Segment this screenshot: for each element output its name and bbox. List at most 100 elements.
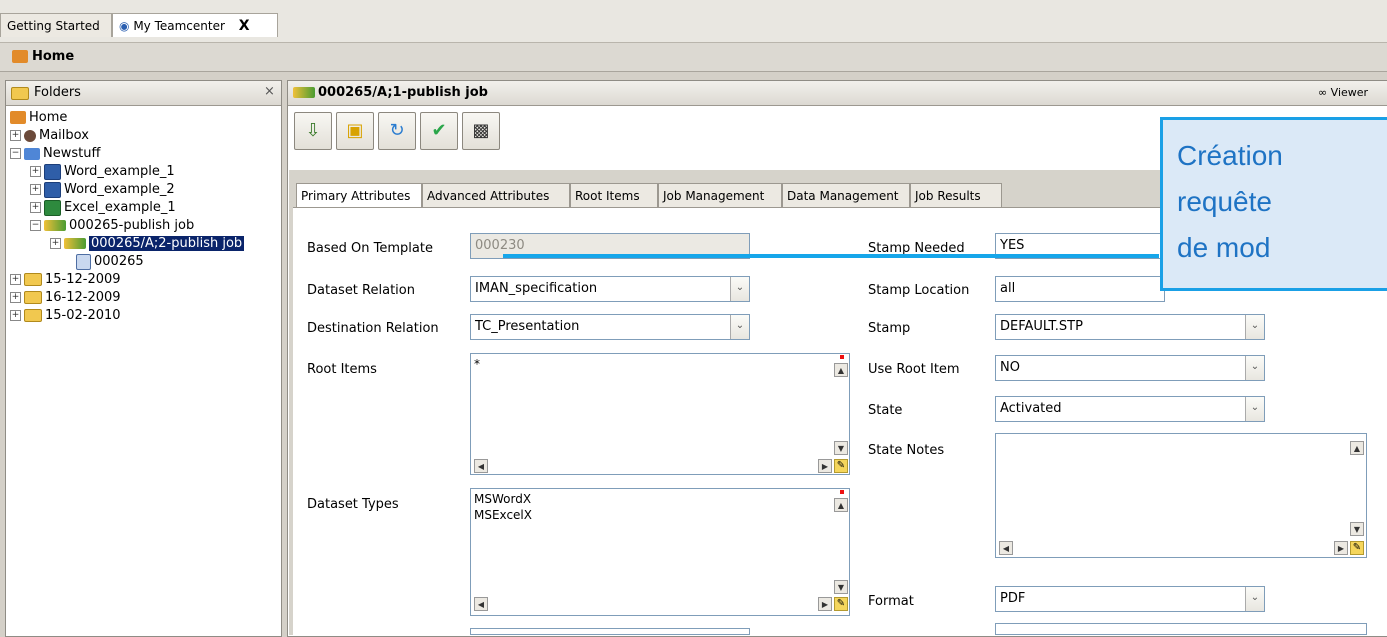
tab-advanced-attributes[interactable]: Advanced Attributes bbox=[422, 183, 570, 207]
tree-label: 000265-publish job bbox=[69, 218, 195, 233]
scroll-up-icon[interactable]: ▲ bbox=[834, 498, 848, 512]
annotation-callout: Création requête de mod bbox=[1160, 117, 1387, 291]
tab-job-results[interactable]: Job Results bbox=[910, 183, 1002, 207]
save-button[interactable]: ▣ bbox=[336, 112, 374, 150]
callout-line-2: requête bbox=[1177, 186, 1272, 217]
publish-job-icon bbox=[293, 87, 315, 98]
mailbox-icon bbox=[24, 129, 36, 142]
field-value: YES bbox=[1000, 238, 1025, 253]
field-value: NO bbox=[1000, 360, 1020, 375]
scroll-right-icon[interactable]: ▶ bbox=[818, 459, 832, 473]
edit-pencil-icon[interactable]: ✎ bbox=[834, 597, 848, 611]
tab-label: Job Management bbox=[663, 189, 765, 203]
refresh-icon: ↻ bbox=[389, 120, 405, 141]
tree-item-mailbox[interactable]: + Mailbox bbox=[10, 127, 89, 145]
close-icon[interactable]: × bbox=[264, 84, 275, 99]
scroll-down-icon[interactable]: ▼ bbox=[1350, 522, 1364, 536]
tab-label: Primary Attributes bbox=[301, 189, 411, 203]
list-item[interactable]: MSExcelX bbox=[474, 507, 846, 523]
dataset-relation-select[interactable]: IMAN_specification ⌄ bbox=[470, 276, 750, 302]
refresh-button[interactable]: ↻ bbox=[378, 112, 416, 150]
folder-icon bbox=[11, 87, 29, 100]
tree-item-publish-job[interactable]: − 000265-publish job bbox=[30, 217, 194, 235]
tree-item-home[interactable]: Home bbox=[10, 109, 67, 127]
expand-icon[interactable]: + bbox=[10, 292, 21, 303]
scroll-down-icon[interactable]: ▼ bbox=[834, 441, 848, 455]
folders-panel: Folders × Home + Mailbox − Newstuff + Word_… bbox=[5, 80, 282, 637]
edit-pencil-icon[interactable]: ✎ bbox=[834, 459, 848, 473]
viewer-button[interactable]: ∞ Viewer bbox=[1318, 86, 1368, 99]
callout-line-1: Création bbox=[1177, 140, 1283, 171]
stamp-location-label: Stamp Location bbox=[868, 283, 970, 298]
import-button[interactable]: ⇩ bbox=[294, 112, 332, 150]
scroll-left-icon[interactable]: ◀ bbox=[474, 597, 488, 611]
folder-icon bbox=[24, 309, 42, 322]
state-notes-label: State Notes bbox=[868, 443, 945, 458]
stamp-location-select[interactable]: all bbox=[995, 276, 1165, 302]
tab-my-teamcenter[interactable]: ◉ My Teamcenter X bbox=[112, 13, 278, 37]
scroll-down-icon[interactable]: ▼ bbox=[834, 580, 848, 594]
chevron-down-icon[interactable]: ⌄ bbox=[1245, 397, 1264, 421]
chevron-down-icon[interactable]: ⌄ bbox=[1245, 356, 1264, 380]
format-select[interactable]: PDF ⌄ bbox=[995, 586, 1265, 612]
tree-item-publish-job-revision[interactable]: +000265/A;2-publish job bbox=[50, 235, 245, 253]
chevron-down-icon[interactable]: ⌄ bbox=[730, 315, 749, 339]
destination-relation-select[interactable]: TC_Presentation ⌄ bbox=[470, 314, 750, 340]
expand-icon[interactable]: + bbox=[10, 130, 21, 141]
scroll-up-icon[interactable]: ▲ bbox=[834, 363, 848, 377]
use-root-item-label: Use Root Item bbox=[868, 362, 960, 377]
tree-item-word-example-1[interactable]: + Word_example_1 bbox=[30, 163, 175, 181]
tab-root-items[interactable]: Root Items bbox=[570, 183, 658, 207]
scroll-left-icon[interactable]: ◀ bbox=[474, 459, 488, 473]
tab-label: My Teamcenter bbox=[133, 19, 225, 33]
tree-item-15-02-2010[interactable]: +15-02-2010 bbox=[10, 307, 121, 325]
root-items-textarea[interactable]: * bbox=[470, 353, 850, 475]
tree-item-16-12-2009[interactable]: +16-12-2009 bbox=[10, 289, 121, 307]
tab-job-management[interactable]: Job Management bbox=[658, 183, 782, 207]
use-root-item-select[interactable]: NO ⌄ bbox=[995, 355, 1265, 381]
tree-item-excel-example-1[interactable]: + Excel_example_1 bbox=[30, 199, 176, 217]
word-document-icon bbox=[44, 163, 61, 180]
tree-label: 15-02-2010 bbox=[45, 308, 121, 323]
chevron-down-icon[interactable]: ⌄ bbox=[730, 277, 749, 301]
tab-getting-started[interactable]: Getting Started bbox=[0, 13, 112, 37]
job-toolbar: ⇩ ▣ ↻ ✔ ▩ bbox=[292, 112, 554, 164]
scroll-left-icon[interactable]: ◀ bbox=[999, 541, 1013, 555]
callout-pointer-line bbox=[503, 254, 1159, 258]
export-button[interactable]: ▩ bbox=[462, 112, 500, 150]
scroll-up-icon[interactable]: ▲ bbox=[1350, 441, 1364, 455]
list-item[interactable]: MSWordX bbox=[474, 491, 846, 507]
tree-item-000265[interactable]: 000265 bbox=[76, 253, 144, 271]
expand-icon[interactable]: + bbox=[30, 166, 41, 177]
tab-label: Advanced Attributes bbox=[427, 189, 550, 203]
stamp-select[interactable]: DEFAULT.STP ⌄ bbox=[995, 314, 1265, 340]
tree-item-newstuff[interactable]: − Newstuff bbox=[10, 145, 100, 163]
expand-icon[interactable]: + bbox=[30, 184, 41, 195]
expand-icon[interactable]: + bbox=[10, 274, 21, 285]
expand-icon[interactable]: + bbox=[30, 202, 41, 213]
tree-item-word-example-2[interactable]: + Word_example_2 bbox=[30, 181, 175, 199]
root-items-label: Root Items bbox=[307, 362, 377, 377]
chevron-down-icon[interactable]: ⌄ bbox=[1245, 587, 1264, 611]
tab-primary-attributes[interactable]: Primary Attributes bbox=[296, 183, 422, 207]
scroll-right-icon[interactable]: ▶ bbox=[818, 597, 832, 611]
tab-data-management[interactable]: Data Management bbox=[782, 183, 910, 207]
close-icon[interactable]: X bbox=[239, 18, 250, 34]
edit-pencil-icon[interactable]: ✎ bbox=[1350, 541, 1364, 555]
checkmark-icon: ✔ bbox=[431, 120, 447, 141]
job-revision-icon bbox=[64, 238, 86, 249]
collapse-icon[interactable]: − bbox=[10, 148, 21, 159]
tree-label: 16-12-2009 bbox=[45, 290, 121, 305]
scroll-right-icon[interactable]: ▶ bbox=[1334, 541, 1348, 555]
state-select[interactable]: Activated ⌄ bbox=[995, 396, 1265, 422]
field-value: Activated bbox=[1000, 401, 1062, 416]
expand-icon[interactable]: + bbox=[10, 310, 21, 321]
dataset-types-list[interactable]: MSWordX MSExcelX bbox=[470, 488, 850, 616]
tree-item-15-12-2009[interactable]: +15-12-2009 bbox=[10, 271, 121, 289]
expand-icon[interactable]: + bbox=[50, 238, 61, 249]
format-label: Format bbox=[868, 594, 914, 609]
collapse-icon[interactable]: − bbox=[30, 220, 41, 231]
check-button[interactable]: ✔ bbox=[420, 112, 458, 150]
chevron-down-icon[interactable]: ⌄ bbox=[1245, 315, 1264, 339]
state-notes-textarea[interactable] bbox=[995, 433, 1367, 558]
